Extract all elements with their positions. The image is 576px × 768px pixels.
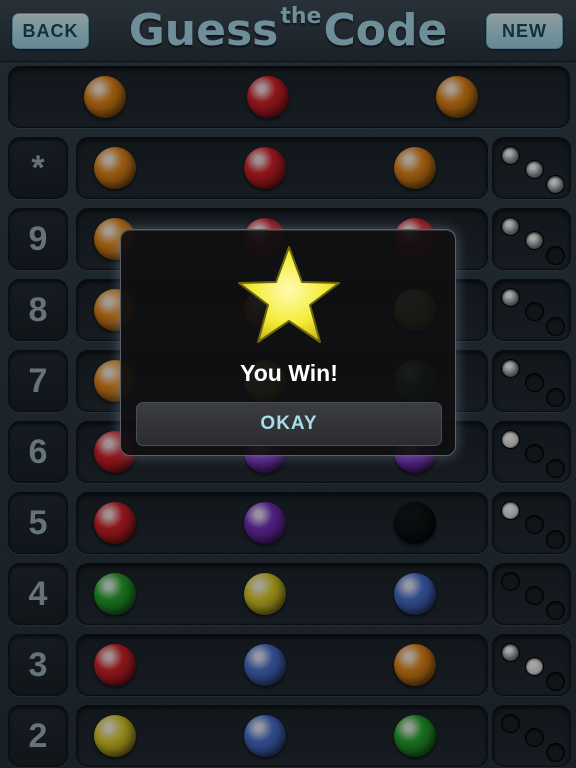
win-message: You Win!: [240, 360, 338, 386]
win-dialog: You Win! OKAY: [120, 229, 456, 456]
okay-button[interactable]: OKAY: [136, 402, 442, 446]
star-icon: [238, 246, 340, 343]
